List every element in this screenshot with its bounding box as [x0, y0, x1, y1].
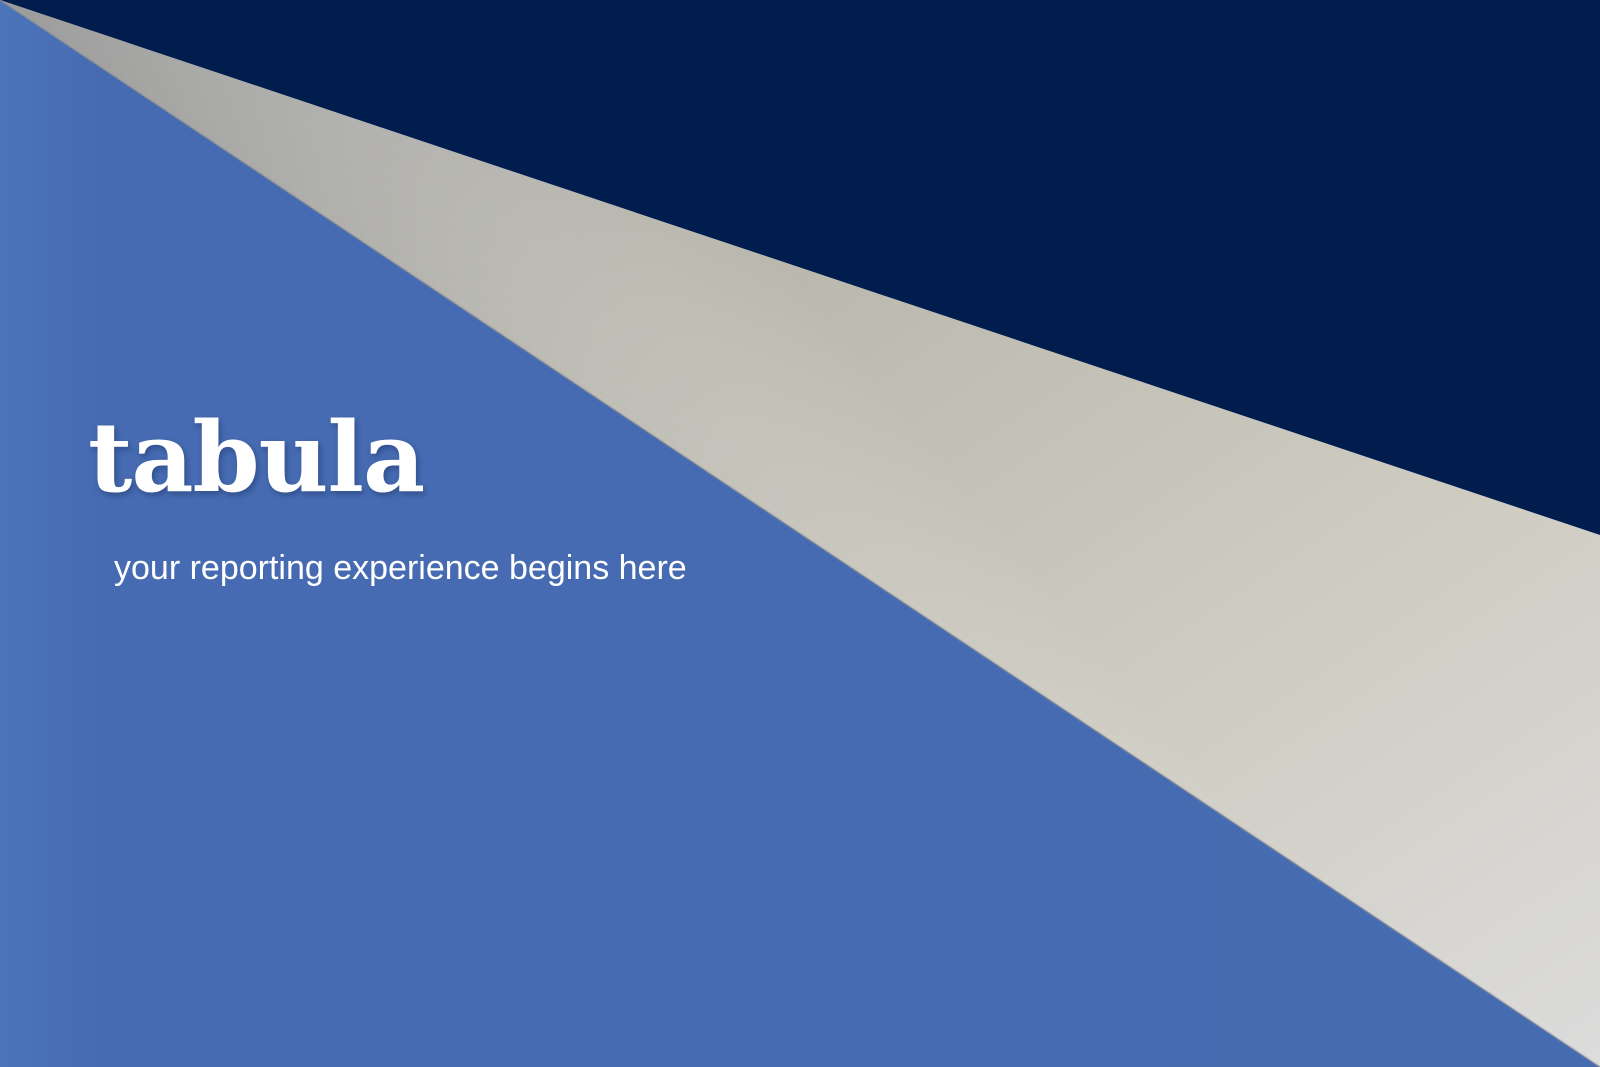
app-tagline: your reporting experience begins here [114, 549, 687, 587]
background-graphic [0, 0, 1600, 1067]
app-logo-title: tabula [88, 401, 425, 514]
splash-screen: tabula your reporting experience begins … [0, 0, 1600, 1067]
